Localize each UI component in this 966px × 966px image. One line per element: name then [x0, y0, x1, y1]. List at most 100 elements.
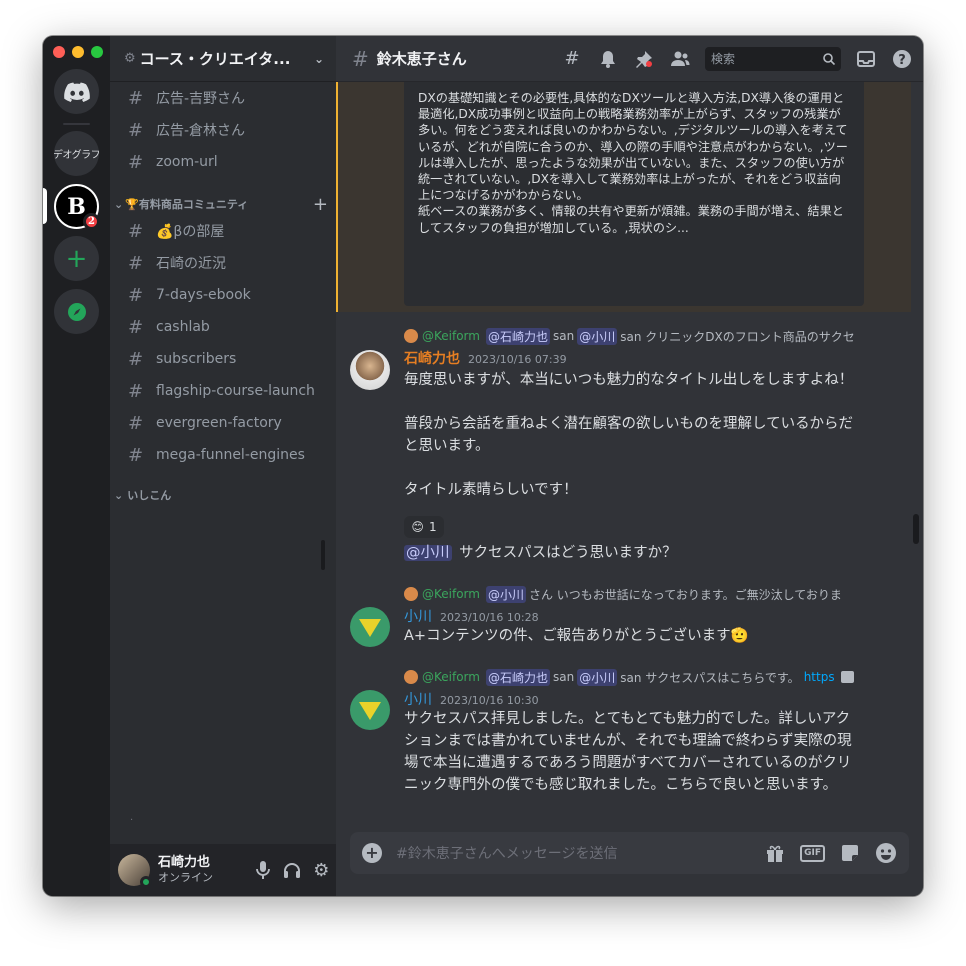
sidebar-scrollbar[interactable] — [321, 540, 325, 570]
message-text: サクセスパスはどう思いますか？ — [454, 545, 677, 561]
timestamp: 2023/10/16 07:39 — [468, 353, 567, 366]
server-b[interactable]: B 2 — [54, 184, 100, 230]
channel-name: 7-days-ebook — [156, 287, 251, 303]
author-name[interactable]: 小川 — [404, 606, 432, 626]
channel-item[interactable]: # mega-funnel-engines — [118, 440, 328, 470]
channel-item[interactable]: # flagship-course-launch — [118, 376, 328, 406]
selected-server-indicator — [43, 188, 47, 224]
reply-text: san サクセスパスはこちらです。 — [620, 670, 800, 685]
minimize-window-button[interactable] — [72, 46, 84, 58]
zoom-window-button[interactable] — [91, 46, 103, 58]
search-input[interactable]: 検索 — [705, 46, 841, 71]
message-body: A+コンテンツの件、ご報告ありがとうございます🫡 — [404, 628, 749, 644]
reply-preview[interactable]: @Keiform @石崎力也 san @小川 san サクセスパスはこちらです。… — [404, 668, 864, 686]
channel-item[interactable]: # zoom-url — [118, 147, 328, 177]
user-settings-button[interactable]: ⚙ — [307, 855, 336, 885]
gif-button[interactable]: GIF — [800, 844, 825, 862]
channel-item[interactable]: # subscribers — [118, 344, 328, 374]
sticker-icon — [842, 845, 858, 861]
hashtag-icon: # — [128, 220, 144, 242]
reply-avatar — [404, 329, 418, 343]
pin-icon — [636, 50, 652, 68]
gift-button[interactable] — [764, 842, 786, 864]
user-avatar[interactable] — [118, 854, 152, 888]
emoji-button[interactable] — [875, 842, 897, 864]
svg-text:?: ? — [898, 53, 906, 68]
channel-item[interactable]: # 広告-倉林さん — [118, 115, 328, 145]
close-window-button[interactable] — [53, 46, 65, 58]
timestamp: 2023/10/16 10:30 — [440, 694, 539, 707]
channel-name: 広告-吉野さん — [156, 91, 246, 107]
mention[interactable]: @小川 — [404, 545, 452, 561]
help-button[interactable]: ? — [891, 48, 913, 70]
plus-icon: + — [365, 843, 379, 862]
notifications-button[interactable] — [597, 48, 619, 70]
reaction-button[interactable]: 😊 1 — [404, 516, 444, 538]
hashtag-icon: # — [128, 380, 144, 402]
microphone-button[interactable] — [248, 855, 277, 885]
channel-item[interactable]: # 💰βの部屋 — [118, 216, 328, 246]
channel-name: cashlab — [156, 319, 210, 335]
mention[interactable]: @小川 — [577, 327, 618, 345]
server-b-letter: B — [67, 193, 86, 220]
composer-tools: GIF — [764, 842, 897, 864]
message-line: 毎度思いますが、本当にいつも魅力的なタイトル出しをしますよね！ — [404, 372, 854, 388]
reply-text: san — [552, 329, 575, 343]
plus-icon: + — [65, 243, 88, 274]
server-deograph[interactable]: デオグラフ — [54, 131, 99, 176]
channel-item[interactable]: # evergreen-factory — [118, 408, 328, 438]
stray-mark: . — [130, 812, 134, 823]
mention[interactable]: @小川 — [577, 668, 618, 686]
channel-name: mega-funnel-engines — [156, 447, 305, 463]
message-input[interactable]: #鈴木恵子さんへメッセージを送信 — [396, 843, 764, 863]
channel-name: 石崎の近況 — [156, 256, 226, 272]
create-channel-button[interactable]: + — [313, 194, 328, 215]
member-list-button[interactable] — [669, 48, 691, 70]
user-status: オンライン — [158, 871, 213, 884]
threads-button[interactable]: # — [561, 48, 583, 70]
inbox-button[interactable] — [855, 48, 877, 70]
message-line: 普段から会話を重ねよく潜在顧客の欲しいものを理解しているからだと思います。 — [404, 416, 854, 454]
guild-header[interactable]: ⚙ コース・クリエイタ... ⌄ — [110, 36, 336, 82]
mention[interactable]: @石崎力也 — [485, 668, 550, 686]
author-name[interactable]: 石崎力也 — [404, 348, 460, 368]
chevron-down-icon: ⌄ — [114, 197, 124, 211]
window-controls — [53, 46, 103, 58]
members-icon — [671, 51, 690, 66]
channel-item[interactable]: # 広告-吉野さん — [118, 83, 328, 113]
discord-home-button[interactable] — [54, 69, 99, 114]
channel-name: flagship-course-launch — [156, 383, 315, 399]
channel-name: zoom-url — [156, 154, 218, 170]
attach-button[interactable]: + — [362, 843, 382, 863]
mention[interactable]: @小川 — [485, 585, 526, 603]
chat-scrollbar[interactable] — [913, 514, 919, 544]
explore-servers-button[interactable] — [54, 289, 99, 334]
message-header: 小川 2023/10/16 10:30 — [404, 689, 539, 709]
channel-item[interactable]: # 石崎の近況 — [118, 248, 328, 278]
category-paid-community[interactable]: ⌄ 🏆 有料商品コミュニティ + — [114, 194, 328, 215]
reply-embed: DXの基礎知識とその必要性,具体的なDXツールと導入方法,DX導入後の運用と最適… — [404, 82, 864, 306]
user-info[interactable]: 石崎力也 オンライン — [158, 855, 248, 885]
reply-preview[interactable]: @Keiform @小川 さん いつもお世話になっております。ご無沙汰しておりま — [404, 585, 864, 603]
reply-preview[interactable]: @Keiform @石崎力也 san @小川 san クリニックDXのフロント商… — [404, 327, 864, 345]
author-name[interactable]: 小川 — [404, 689, 432, 709]
timestamp: 2023/10/16 10:28 — [440, 611, 539, 624]
reply-text: さん いつもお世話になっております。ご無沙汰しておりま — [528, 587, 842, 602]
pinned-messages-button[interactable] — [633, 48, 655, 70]
online-status-icon — [140, 876, 152, 888]
user-panel: 石崎力也 オンライン ⚙ — [110, 844, 336, 896]
author-avatar[interactable] — [350, 350, 390, 390]
hashtag-icon: # — [128, 444, 144, 466]
sticker-button[interactable] — [839, 842, 861, 864]
author-avatar[interactable] — [350, 607, 390, 647]
add-server-button[interactable]: + — [54, 236, 99, 281]
author-avatar[interactable] — [350, 690, 390, 730]
hashtag-icon: # — [128, 348, 144, 370]
category-name: 有料商品コミュニティ — [138, 198, 249, 211]
channel-item[interactable]: # cashlab — [118, 312, 328, 342]
reply-link[interactable]: https — [804, 670, 835, 684]
category-ishikon[interactable]: ⌄ いしこん — [114, 486, 328, 504]
headphones-button[interactable] — [277, 855, 306, 885]
channel-item[interactable]: #7-days-ebook — [118, 280, 328, 310]
mention[interactable]: @石崎力也 — [485, 327, 550, 345]
